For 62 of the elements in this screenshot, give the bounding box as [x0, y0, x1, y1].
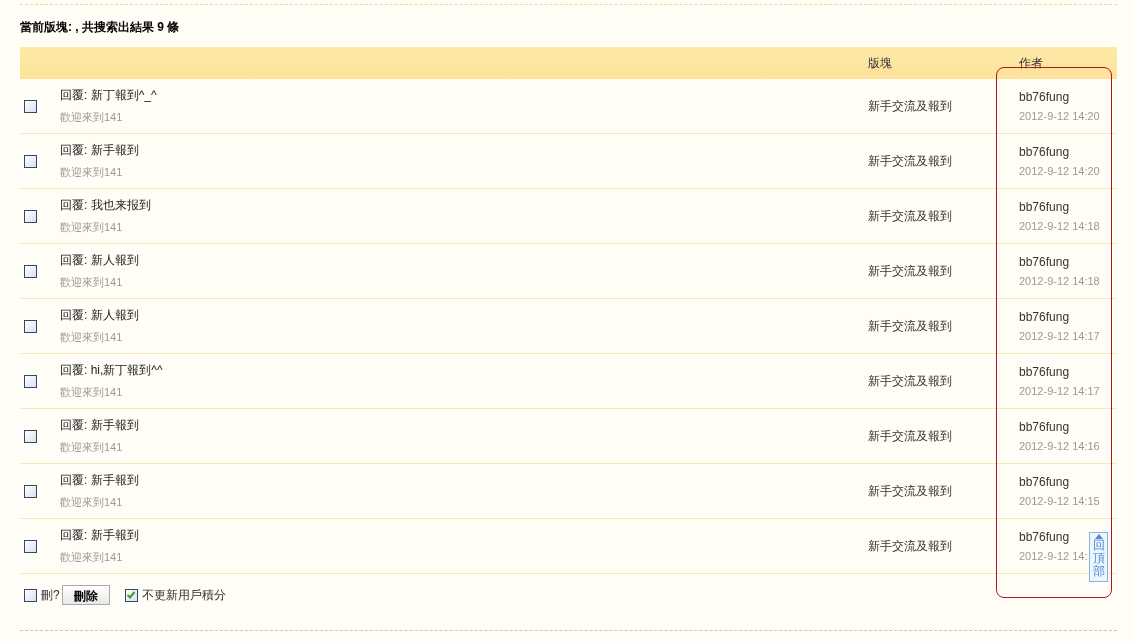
post-title-link[interactable]: 回覆: 新人報到	[60, 252, 139, 269]
post-excerpt: 歡迎來到141	[60, 165, 123, 180]
post-title-link[interactable]: 回覆: 新手報到	[60, 472, 139, 489]
row-checkbox[interactable]	[24, 264, 37, 278]
author-link[interactable]: bb76fung	[1019, 255, 1070, 269]
post-excerpt: 歡迎來到141	[60, 495, 123, 510]
post-excerpt: 歡迎來到141	[60, 275, 123, 290]
post-excerpt: 歡迎來到141	[60, 440, 123, 455]
post-date: 2012-9-12 14:	[1019, 550, 1088, 562]
forum-link[interactable]: 新手交流及報到	[868, 262, 1019, 280]
post-excerpt: 歡迎來到141	[60, 110, 123, 125]
result-summary: 當前版塊: , 共搜索出結果 9 條	[20, 19, 181, 33]
post-excerpt: 歡迎來到141	[60, 385, 123, 400]
forum-link[interactable]: 新手交流及報到	[868, 537, 1019, 555]
post-date: 2012-9-12 14:20	[1019, 165, 1100, 177]
author-link[interactable]: bb76fung	[1019, 310, 1070, 324]
row-checkbox[interactable]	[24, 154, 37, 168]
post-title-link[interactable]: 回覆: hi,新丁報到^^	[60, 362, 163, 379]
post-title-link[interactable]: 回覆: 新手報到	[60, 527, 139, 544]
post-date: 2012-9-12 14:18	[1019, 220, 1100, 232]
author-link[interactable]: bb76fung	[1019, 365, 1070, 379]
row-checkbox[interactable]	[24, 99, 37, 113]
author-link[interactable]: bb76fung	[1019, 475, 1070, 489]
post-date: 2012-9-12 14:16	[1019, 440, 1100, 452]
post-excerpt: 歡迎來到141	[60, 550, 123, 565]
post-title-link[interactable]: 回覆: 新手報到	[60, 142, 139, 159]
row-checkbox[interactable]	[24, 429, 37, 443]
author-link[interactable]: bb76fung	[1019, 420, 1070, 434]
keep-points-label: 不更新用戶積分	[141, 586, 226, 604]
post-date: 2012-9-12 14:20	[1019, 110, 1100, 122]
forum-link[interactable]: 新手交流及報到	[868, 97, 1019, 115]
post-date: 2012-9-12 14:18	[1019, 275, 1100, 287]
column-header: 版塊	[868, 55, 893, 72]
up-arrow-icon	[1094, 534, 1103, 539]
row-checkbox[interactable]	[24, 484, 37, 498]
forum-link[interactable]: 新手交流及報到	[868, 482, 1019, 500]
post-date: 2012-9-12 14:15	[1019, 495, 1100, 507]
delete-button[interactable]: 刪除	[61, 585, 110, 605]
post-title-link[interactable]: 回覆: 新丁報到^_^	[60, 87, 157, 104]
post-title-link[interactable]: 回覆: 新人報到	[60, 307, 139, 324]
forum-link[interactable]: 新手交流及報到	[868, 207, 1019, 225]
keep-points-checkbox[interactable]	[124, 588, 138, 602]
post-excerpt: 歡迎來到141	[60, 220, 123, 235]
forum-link[interactable]: 新手交流及報到	[868, 372, 1019, 390]
row-checkbox[interactable]	[24, 374, 37, 388]
post-title-link[interactable]: 回覆: 我也来报到	[60, 197, 151, 214]
row-checkbox[interactable]	[24, 539, 37, 553]
forum-link[interactable]: 新手交流及報到	[868, 317, 1019, 335]
select-all-label: 刪?	[41, 586, 60, 604]
author-link[interactable]: bb76fung	[1019, 530, 1070, 544]
select-all-checkbox[interactable]	[24, 588, 37, 602]
post-title-link[interactable]: 回覆: 新手報到	[60, 417, 139, 434]
row-checkbox[interactable]	[24, 319, 37, 333]
author-link[interactable]: bb76fung	[1019, 90, 1070, 104]
author-link[interactable]: bb76fung	[1019, 200, 1070, 214]
post-date: 2012-9-12 14:17	[1019, 330, 1100, 342]
row-checkbox[interactable]	[24, 209, 37, 223]
forum-link[interactable]: 新手交流及報到	[868, 152, 1019, 170]
post-date: 2012-9-12 14:17	[1019, 385, 1100, 397]
forum-link[interactable]: 新手交流及報到	[868, 427, 1019, 445]
author-link[interactable]: bb76fung	[1019, 145, 1070, 159]
post-excerpt: 歡迎來到141	[60, 330, 123, 345]
